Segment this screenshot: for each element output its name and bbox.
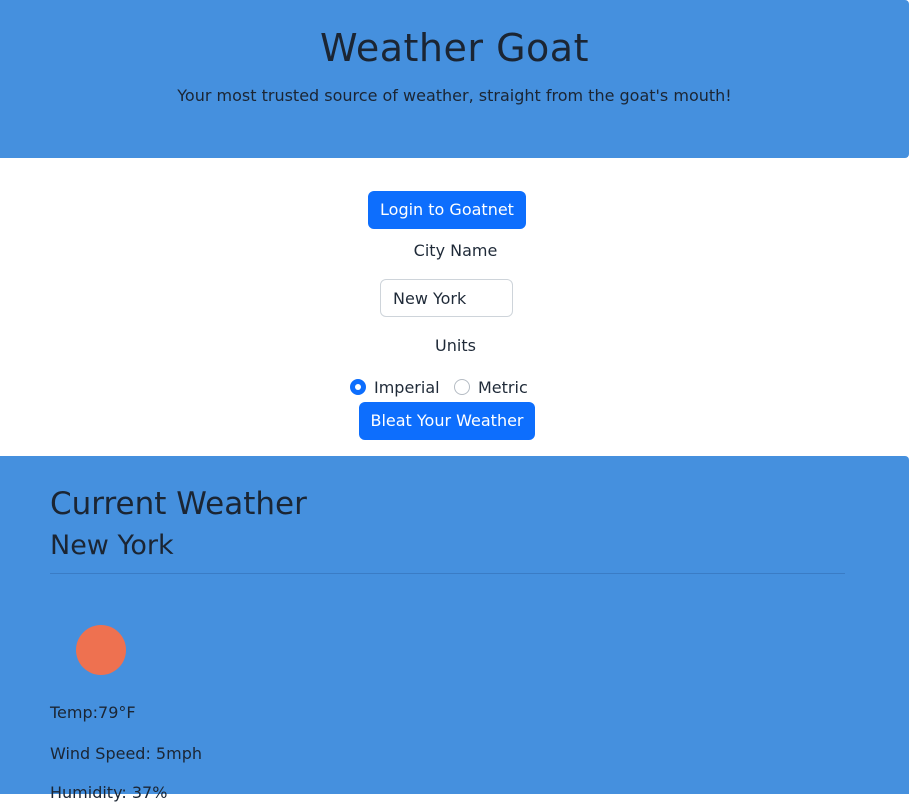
sun-icon xyxy=(76,625,126,675)
weather-form: Login to Goatnet City Name Units Imperia… xyxy=(0,158,911,456)
units-label: Units xyxy=(435,336,476,355)
app-tagline: Your most trusted source of weather, str… xyxy=(177,86,732,105)
app-title: Weather Goat xyxy=(320,26,589,70)
temperature-value: Temp:79°F xyxy=(50,703,136,722)
login-button[interactable]: Login to Goatnet xyxy=(368,191,526,229)
header-banner: Weather Goat Your most trusted source of… xyxy=(0,0,909,158)
units-option-label: Imperial xyxy=(374,377,440,397)
humidity-value: Humidity: 37% xyxy=(50,783,168,802)
units-option-label: Metric xyxy=(478,377,528,397)
radio-checked-icon[interactable] xyxy=(350,379,366,395)
city-name-label: City Name xyxy=(413,241,498,260)
current-weather-panel: Current Weather New York Temp:79°F Wind … xyxy=(0,456,909,802)
current-weather-heading: Current Weather xyxy=(50,486,307,522)
city-input[interactable] xyxy=(380,279,513,317)
weather-city-name: New York xyxy=(50,530,174,561)
units-radio-imperial[interactable]: Imperial xyxy=(350,377,440,397)
divider xyxy=(50,573,845,574)
units-radio-metric[interactable]: Metric xyxy=(454,377,528,397)
bleat-weather-button[interactable]: Bleat Your Weather xyxy=(359,402,535,440)
wind-speed-value: Wind Speed: 5mph xyxy=(50,744,202,763)
radio-unchecked-icon[interactable] xyxy=(454,379,470,395)
